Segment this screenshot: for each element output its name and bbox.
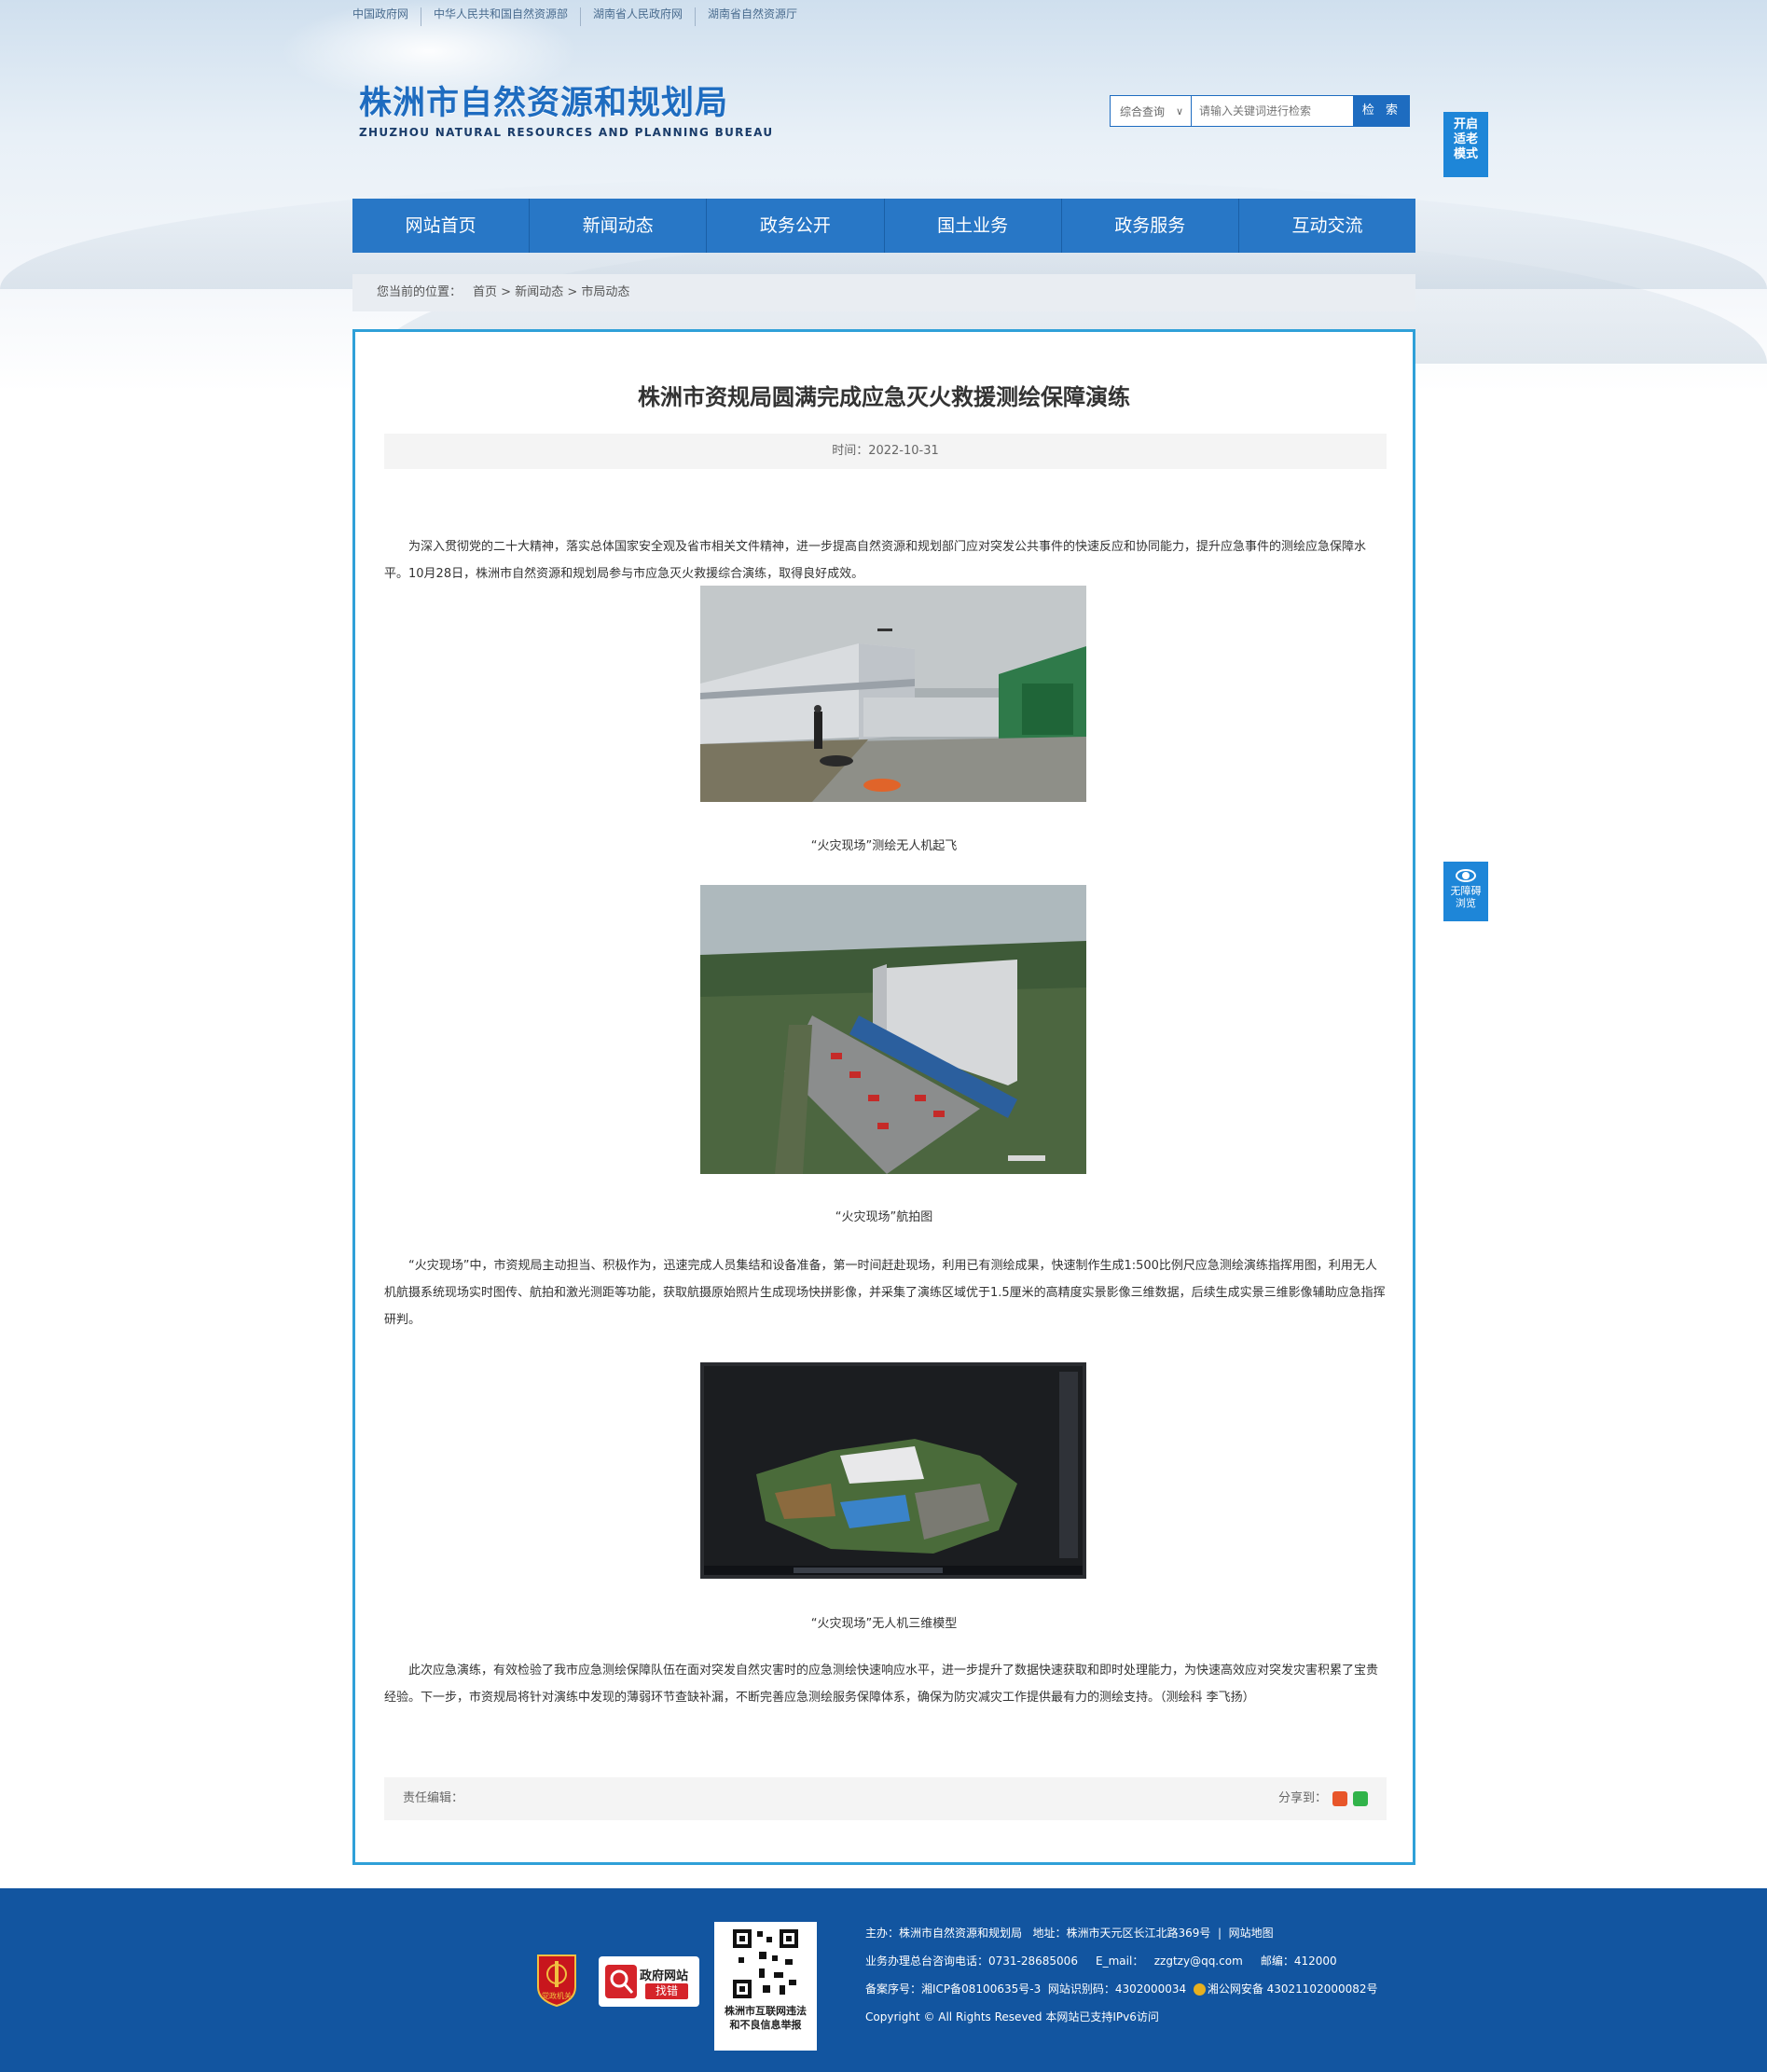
accessibility-button[interactable]: 无障碍 浏览 bbox=[1443, 862, 1488, 921]
nav-news[interactable]: 新闻动态 bbox=[530, 199, 708, 253]
share-bar: 分享到： bbox=[1278, 1777, 1368, 1820]
article-paragraph: 为深入贯彻党的二十大精神，落实总体国家安全观及省市相关文件精神，进一步提高自然资… bbox=[384, 540, 1367, 581]
elder-mode-line: 模式 bbox=[1453, 147, 1478, 161]
report-qr[interactable]: 株洲市互联网违法 和不良信息举报 bbox=[714, 1922, 817, 2051]
search-scope-select[interactable]: 综合查询 ∨ bbox=[1110, 95, 1192, 127]
footer-contact-line: 业务办理总台咨询电话：0731-28685006 E_mail： zzgtzy@… bbox=[865, 1955, 1337, 1968]
top-link-mnr[interactable]: 中华人民共和国自然资源部 bbox=[434, 7, 582, 26]
qr-code-icon bbox=[731, 1927, 800, 2000]
footer-sponsor-line: 主办：株洲市自然资源和规划局 地址：株洲市天元区长江北路369号 | 网站地图 bbox=[865, 1927, 1274, 1940]
top-link-hunan-nr[interactable]: 湖南省自然资源厅 bbox=[708, 7, 809, 26]
photo-3d-model bbox=[700, 1362, 1086, 1579]
nav-gov-affairs[interactable]: 政务公开 bbox=[707, 199, 885, 253]
nav-land-business[interactable]: 国土业务 bbox=[885, 199, 1062, 253]
eye-icon bbox=[1456, 869, 1476, 882]
top-links: 中国政府网 中华人民共和国自然资源部 湖南省人民政府网 湖南省自然资源厅 bbox=[352, 7, 821, 26]
breadcrumb: 您当前的位置： 首页 > 新闻动态 > 市局动态 bbox=[352, 274, 1415, 311]
police-badge-icon bbox=[1193, 1983, 1206, 1996]
search-scope-value: 综合查询 bbox=[1120, 105, 1166, 118]
site-logo[interactable]: 株洲市自然资源和规划局 ZHUZHOU NATURAL RESOURCES AN… bbox=[359, 82, 773, 140]
footer-police-record[interactable]: 湘公网安备 43021102000082号 bbox=[1208, 1982, 1378, 1996]
breadcrumb-sep: > bbox=[563, 285, 582, 299]
nav-gov-service[interactable]: 政务服务 bbox=[1062, 199, 1239, 253]
gov-site-error-badge[interactable]: 政府网站 找错 bbox=[599, 1956, 699, 2007]
accessibility-line: 浏览 bbox=[1456, 897, 1476, 909]
party-gov-badge[interactable]: 党政机关 bbox=[533, 1952, 580, 2008]
footer-record-line: 备案序号：湘ICP备08100635号-3 网站识别码：4302000034 湘… bbox=[865, 1975, 1378, 2003]
party-gov-badge-label: 党政机关 bbox=[542, 1991, 572, 2000]
qr-caption-line: 株洲市互联网违法 bbox=[725, 2005, 807, 2017]
error-badge-line1: 政府网站 bbox=[640, 1969, 689, 1983]
qr-caption-line: 和不良信息举报 bbox=[729, 2019, 802, 2031]
footer-info: 主办：株洲市自然资源和规划局 地址：株洲市天元区长江北路369号 | 网站地图 … bbox=[865, 1919, 1378, 2031]
breadcrumb-home[interactable]: 首页 bbox=[473, 274, 497, 311]
article-time: 时间：2022-10-31 bbox=[384, 434, 1387, 469]
breadcrumb-news[interactable]: 新闻动态 bbox=[515, 274, 563, 311]
main-nav: 网站首页 新闻动态 政务公开 国土业务 政务服务 互动交流 bbox=[352, 199, 1415, 253]
breadcrumb-prefix: 您当前的位置： bbox=[377, 285, 462, 299]
top-link-hunan[interactable]: 湖南省人民政府网 bbox=[593, 7, 697, 26]
logo-en: ZHUZHOU NATURAL RESOURCES AND PLANNING B… bbox=[359, 126, 774, 139]
top-link-gov[interactable]: 中国政府网 bbox=[352, 7, 422, 26]
footer-copyright-line: Copyright © All Rights Reseved 本网站已支持IPv… bbox=[865, 2010, 1159, 2024]
search-bar: 综合查询 ∨ 检 索 bbox=[1110, 95, 1410, 129]
article-title: 株洲市资规局圆满完成应急灭火救援测绘保障演练 bbox=[638, 384, 1130, 410]
breadcrumb-current[interactable]: 市局动态 bbox=[581, 274, 629, 311]
wechat-icon[interactable] bbox=[1353, 1791, 1368, 1806]
article-footer-bar: 责任编辑： 分享到： bbox=[384, 1777, 1387, 1820]
search-input[interactable] bbox=[1192, 95, 1354, 127]
article-paragraph: “火灾现场”中，市资规局主动担当、积极作为，迅速完成人员集结和设备准备，第一时间… bbox=[384, 1259, 1386, 1327]
responsible-editor: 责任编辑： bbox=[403, 1791, 464, 1805]
qr-caption: 株洲市互联网违法 和不良信息举报 bbox=[714, 2004, 817, 2032]
search-button[interactable]: 检 索 bbox=[1354, 95, 1410, 127]
elder-mode-line: 开启 bbox=[1453, 117, 1478, 131]
chevron-down-icon: ∨ bbox=[1175, 105, 1183, 117]
accessibility-line: 无障碍 bbox=[1450, 885, 1482, 897]
share-label: 分享到： bbox=[1277, 1791, 1327, 1805]
weibo-icon[interactable] bbox=[1332, 1791, 1347, 1806]
magnifier-icon bbox=[605, 1965, 637, 1998]
photo-caption: “火灾现场”无人机三维模型 bbox=[810, 1617, 958, 1631]
nav-home[interactable]: 网站首页 bbox=[352, 199, 531, 253]
logo-cn: 株洲市自然资源和规划局 bbox=[359, 85, 729, 122]
photo-drone-takeoff bbox=[700, 586, 1086, 802]
error-badge-line2: 找错 bbox=[645, 1983, 688, 1999]
photo-caption: “火灾现场”测绘无人机起飞 bbox=[810, 839, 958, 853]
article-container: 株洲市资规局圆满完成应急灭火救援测绘保障演练 时间：2022-10-31 为深入… bbox=[352, 329, 1415, 1865]
footer-icp[interactable]: 备案序号：湘ICP备08100635号-3 网站识别码：4302000034 bbox=[865, 1982, 1194, 1996]
photo-caption: “火灾现场”航拍图 bbox=[835, 1210, 933, 1224]
photo-aerial bbox=[700, 885, 1086, 1174]
breadcrumb-sep: > bbox=[497, 285, 516, 299]
elder-mode-line: 适老 bbox=[1453, 132, 1478, 146]
article-paragraph: 此次应急演练，有效检验了我市应急测绘保障队伍在面对突发自然灾害时的应急测绘快速响… bbox=[384, 1664, 1379, 1705]
elder-mode-button[interactable]: 开启 适老 模式 bbox=[1443, 112, 1488, 177]
nav-interaction[interactable]: 互动交流 bbox=[1239, 199, 1415, 253]
